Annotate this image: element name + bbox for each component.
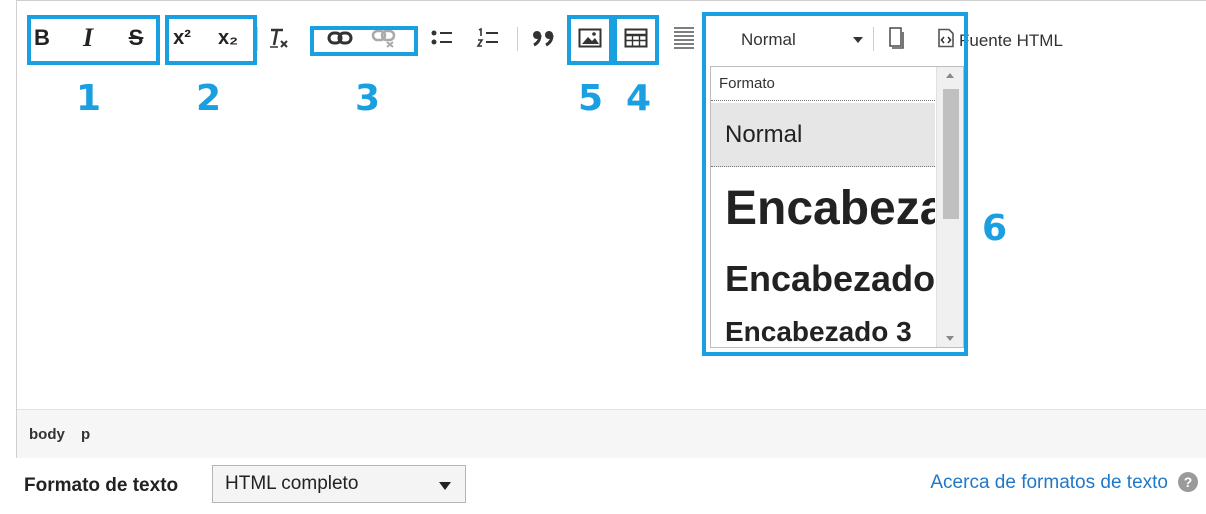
annotation-number-1: 1 — [76, 78, 102, 119]
annotation-number-4: 4 — [626, 78, 652, 119]
editor-content-area[interactable] — [17, 81, 1206, 409]
source-button-label[interactable]: Fuente HTML — [959, 31, 1063, 51]
about-text-formats-link[interactable]: Acerca de formatos de texto — [930, 472, 1168, 494]
numbered-list-button[interactable] — [473, 23, 503, 53]
help-icon[interactable]: ? — [1178, 472, 1198, 492]
annotation-box-2 — [165, 15, 257, 65]
editor-toolbar: B I S x² x₂ Normal Fuente HTML — [17, 1, 1206, 81]
annotation-box-1 — [27, 15, 160, 65]
numbered-list-icon — [476, 27, 498, 47]
annotation-number-2: 2 — [196, 78, 222, 119]
path-item-p[interactable]: p — [81, 426, 90, 443]
horizontal-rule-icon — [674, 27, 694, 49]
text-format-footer: Formato de texto HTML completo Acerca de… — [0, 456, 1206, 514]
annotation-box-6 — [702, 12, 968, 356]
annotation-number-6: 6 — [982, 208, 1008, 249]
text-format-select[interactable]: HTML completo — [212, 465, 466, 503]
annotation-number-3: 3 — [355, 78, 381, 119]
bulleted-list-button[interactable] — [427, 23, 457, 53]
chevron-down-icon — [439, 482, 451, 490]
annotation-box-5 — [567, 15, 613, 65]
path-item-body[interactable]: body — [29, 426, 65, 443]
annotation-box-4 — [613, 15, 659, 65]
toolbar-separator — [257, 27, 258, 51]
toolbar-separator — [517, 27, 518, 51]
annotation-number-5: 5 — [578, 78, 604, 119]
annotation-box-3 — [310, 26, 418, 56]
text-format-select-value: HTML completo — [225, 473, 359, 494]
horizontal-rule-button[interactable] — [669, 23, 699, 53]
text-format-label: Formato de texto — [24, 475, 179, 496]
blockquote-icon — [533, 31, 554, 47]
remove-format-icon — [270, 28, 288, 48]
element-path-bar: body p — [17, 409, 1206, 458]
rich-text-editor: B I S x² x₂ Normal Fuente HTML body p — [16, 0, 1206, 458]
remove-format-button[interactable] — [263, 23, 293, 53]
bulleted-list-icon — [431, 30, 452, 45]
blockquote-button[interactable] — [529, 23, 559, 53]
